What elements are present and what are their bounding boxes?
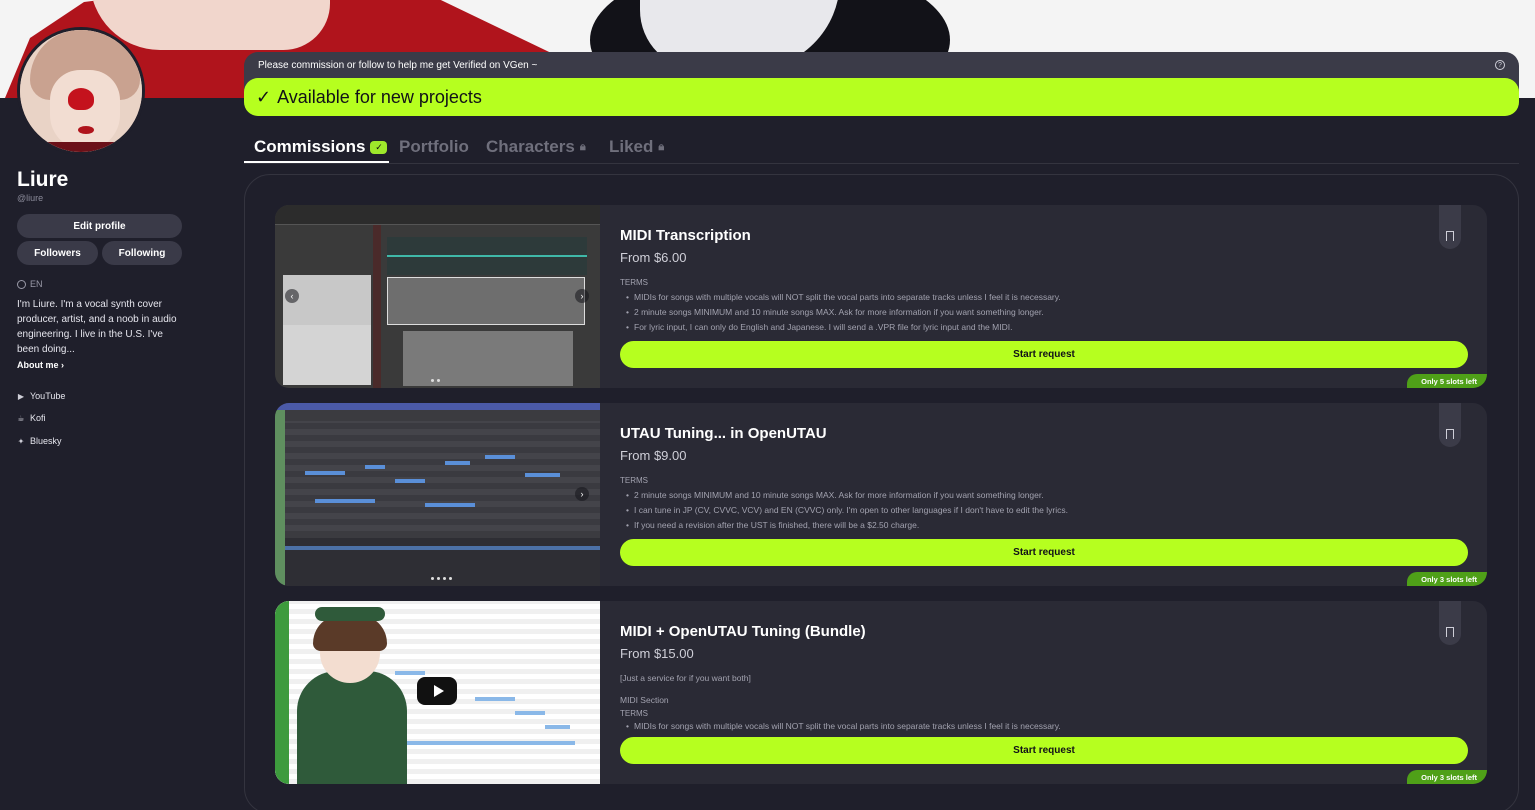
commission-terms: TERMS MIDIs for songs with multiple voca… (620, 275, 1460, 335)
chevron-right-icon: › (61, 360, 65, 370)
followers-button[interactable]: Followers (17, 241, 98, 265)
commission-title: MIDI Transcription (620, 227, 751, 244)
tab-commissions[interactable]: Commissions ✓ (254, 137, 388, 157)
profile-handle: @liure (17, 193, 44, 203)
edit-profile-button[interactable]: Edit profile (17, 214, 182, 238)
carousel-next-icon[interactable]: › (575, 289, 589, 303)
about-me-link[interactable]: About me › (17, 360, 64, 370)
kofi-icon: ☕ (17, 413, 25, 423)
commission-price: From $9.00 (620, 448, 687, 463)
active-tab-indicator (244, 161, 389, 163)
bookmark-icon (1446, 231, 1454, 241)
carousel-dots[interactable] (431, 379, 440, 382)
bookmark-button[interactable] (1439, 205, 1461, 249)
commission-thumbnail[interactable]: ‹ › (275, 205, 600, 388)
commission-title: MIDI + OpenUTAU Tuning (Bundle) (620, 623, 866, 640)
commission-title: UTAU Tuning... in OpenUTAU (620, 425, 827, 442)
profile-tabs: Commissions ✓ Portfolio Characters 🔒︎ Li… (244, 133, 1519, 164)
language-label: EN (30, 279, 43, 289)
availability-banner: ✓ Available for new projects (244, 78, 1519, 116)
tab-characters[interactable]: Characters 🔒︎ (486, 137, 586, 157)
help-icon[interactable]: ? (1495, 60, 1505, 70)
profile-name: Liure (17, 168, 69, 191)
commission-thumbnail[interactable]: › (275, 403, 600, 586)
lock-icon: 🔒︎ (658, 140, 665, 153)
slots-badge: Only 3 slots left (1407, 572, 1487, 586)
social-link-bluesky[interactable]: ✦ Bluesky (17, 436, 62, 446)
verified-check-icon: ✓ (370, 140, 388, 154)
start-request-button[interactable]: Start request (620, 539, 1468, 566)
verification-notice: Please commission or follow to help me g… (244, 52, 1519, 116)
play-video-icon[interactable] (417, 677, 457, 705)
tab-liked[interactable]: Liked 🔒︎ (609, 137, 664, 157)
language-indicator: EN (17, 279, 43, 289)
youtube-icon: ▶ (17, 391, 25, 401)
start-request-button[interactable]: Start request (620, 341, 1468, 368)
commission-card-midi-transcription[interactable]: ‹ › MIDI Transcription From $6.00 TERMS … (275, 205, 1487, 388)
carousel-prev-icon[interactable]: ‹ (285, 289, 299, 303)
bookmark-button[interactable] (1439, 403, 1461, 447)
profile-bio: I'm Liure. I'm a vocal synth cover produ… (17, 299, 177, 355)
avatar[interactable] (17, 27, 145, 155)
commission-price: From $6.00 (620, 250, 687, 265)
slots-badge: Only 5 slots left (1407, 374, 1487, 388)
checkmark-icon: ✓ (256, 86, 272, 107)
commission-description: [Just a service for if you want both] MI… (620, 671, 1460, 731)
start-request-button[interactable]: Start request (620, 737, 1468, 764)
carousel-next-icon[interactable]: › (575, 487, 589, 501)
social-link-youtube[interactable]: ▶ YouTube (17, 391, 65, 401)
bookmark-icon (1446, 627, 1454, 637)
commission-terms: TERMS 2 minute songs MINIMUM and 10 minu… (620, 473, 1460, 533)
carousel-dots[interactable] (431, 577, 452, 580)
social-link-kofi[interactable]: ☕ Kofi (17, 413, 45, 423)
globe-icon (17, 279, 26, 289)
slots-badge: Only 3 slots left (1407, 770, 1487, 784)
commission-card-utau-tuning[interactable]: › UTAU Tuning... in OpenUTAU From $9.00 … (275, 403, 1487, 586)
bluesky-icon: ✦ (17, 436, 25, 446)
commission-thumbnail[interactable] (275, 601, 600, 784)
notice-message: Please commission or follow to help me g… (258, 60, 538, 71)
tab-portfolio[interactable]: Portfolio (399, 137, 469, 157)
availability-label: Available for new projects (277, 86, 482, 107)
commission-price: From $15.00 (620, 646, 694, 661)
bookmark-button[interactable] (1439, 601, 1461, 645)
following-button[interactable]: Following (102, 241, 182, 265)
lock-icon: 🔒︎ (579, 140, 586, 153)
bookmark-icon (1446, 429, 1454, 439)
commission-card-bundle[interactable]: MIDI + OpenUTAU Tuning (Bundle) From $15… (275, 601, 1487, 784)
